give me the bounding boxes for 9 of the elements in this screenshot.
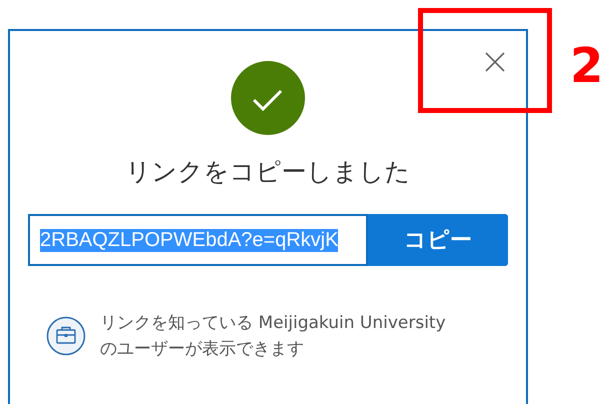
annotation-number: 2 — [570, 38, 604, 94]
close-button[interactable] — [484, 51, 506, 73]
info-text: リンクを知っている Meijigakuin University のユーザーが表示できます — [100, 312, 447, 361]
link-field[interactable]: 2RBAQZLPOPWEbdA?e=qRkvjK — [28, 214, 368, 266]
dialog-title: リンクをコピーしました — [126, 156, 410, 188]
copy-button[interactable]: コピー — [368, 214, 508, 266]
close-icon — [484, 51, 506, 73]
checkmark-icon — [231, 61, 305, 135]
briefcase-icon — [46, 316, 86, 356]
